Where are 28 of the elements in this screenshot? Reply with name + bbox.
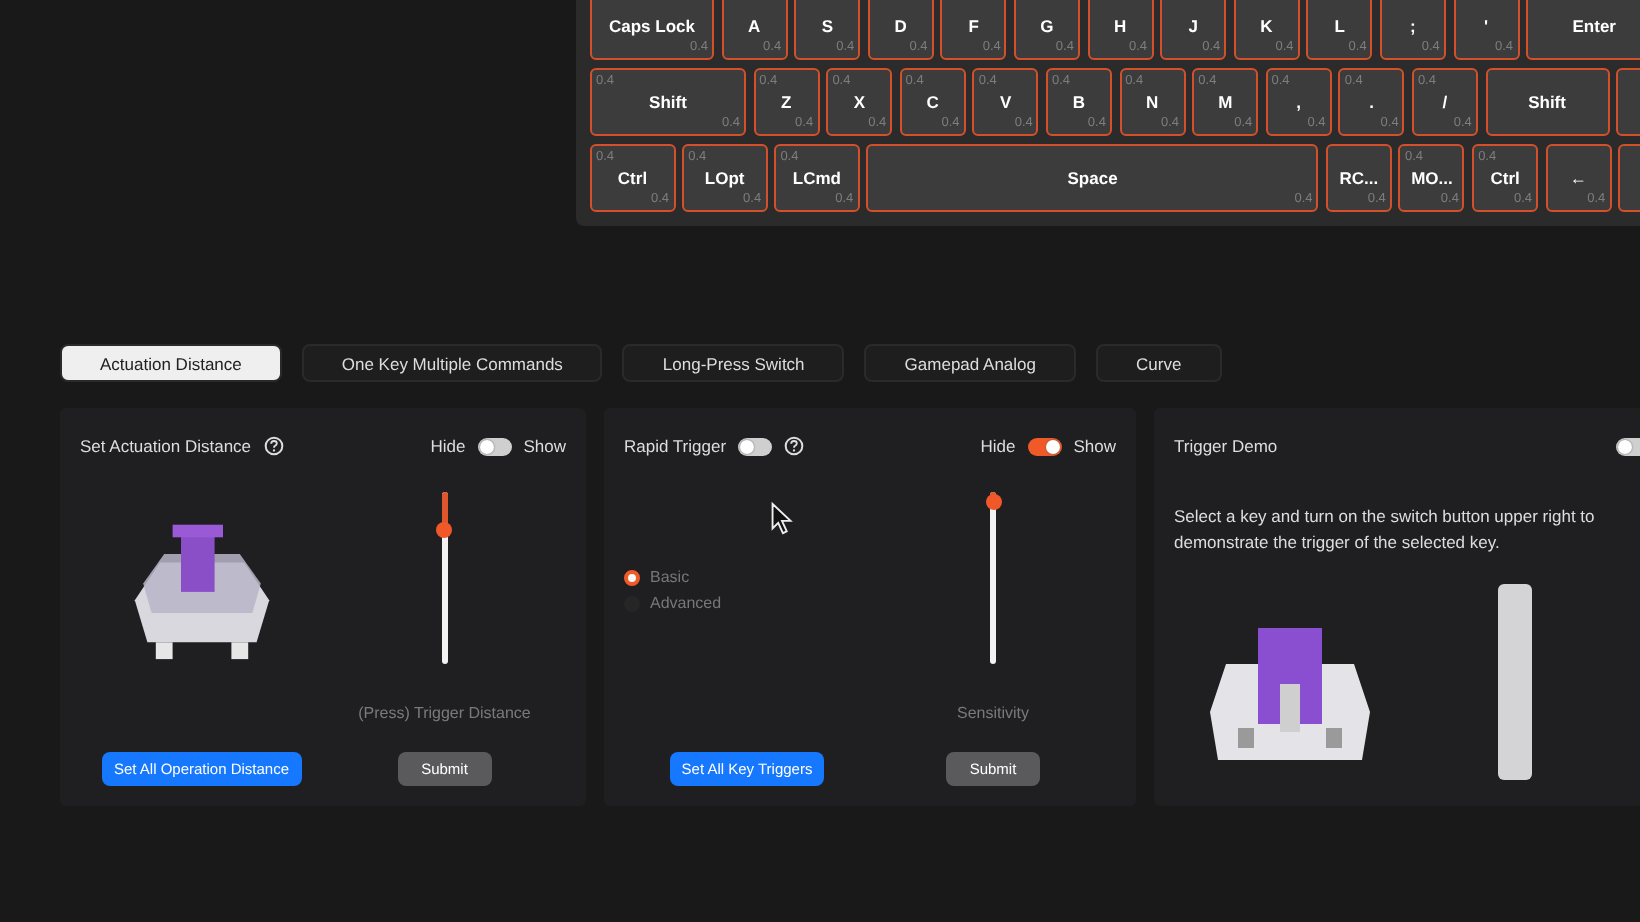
tab[interactable]: One Key Multiple Commands	[301, 344, 603, 382]
hide-label: Hide	[980, 436, 1016, 456]
tab[interactable]: Long-Press Switch	[622, 344, 845, 382]
trigger-distance-slider[interactable]	[441, 492, 448, 664]
show-toggle[interactable]	[1027, 437, 1062, 455]
enter-key[interactable]: Enter	[1526, 0, 1640, 60]
hide-label: Hide	[430, 436, 466, 456]
help-icon[interactable]	[263, 436, 284, 456]
demo-toggle[interactable]	[1616, 437, 1640, 455]
show-toggle[interactable]	[477, 437, 512, 455]
shift-key[interactable]: Shift	[1485, 68, 1610, 136]
demo-description: Select a key and turn on the switch button upper right to demonstrate the trigger of the selected key.	[1174, 504, 1597, 556]
sensitivity-slider[interactable]	[990, 492, 996, 664]
rapid-trigger-toggle[interactable]	[738, 437, 773, 455]
panel-title: Trigger Demo	[1174, 436, 1278, 456]
mode-radio[interactable]: Basic	[624, 568, 722, 586]
mode-radio[interactable]: Advanced	[624, 594, 722, 612]
show-label: Show	[523, 436, 566, 456]
tab[interactable]: Gamepad Analog	[864, 344, 1076, 382]
tab[interactable]: Curve	[1096, 344, 1222, 382]
tab[interactable]: Actuation Distance	[60, 344, 282, 382]
panel-title: Rapid Trigger	[624, 436, 727, 456]
help-icon[interactable]	[784, 436, 805, 456]
show-label: Show	[1073, 436, 1116, 456]
slider-label: Sensitivity	[956, 703, 1029, 721]
panel-title: Set Actuation Distance	[80, 436, 252, 456]
slider-label: (Press) Trigger Distance	[358, 703, 531, 721]
cursor-icon	[770, 502, 794, 536]
